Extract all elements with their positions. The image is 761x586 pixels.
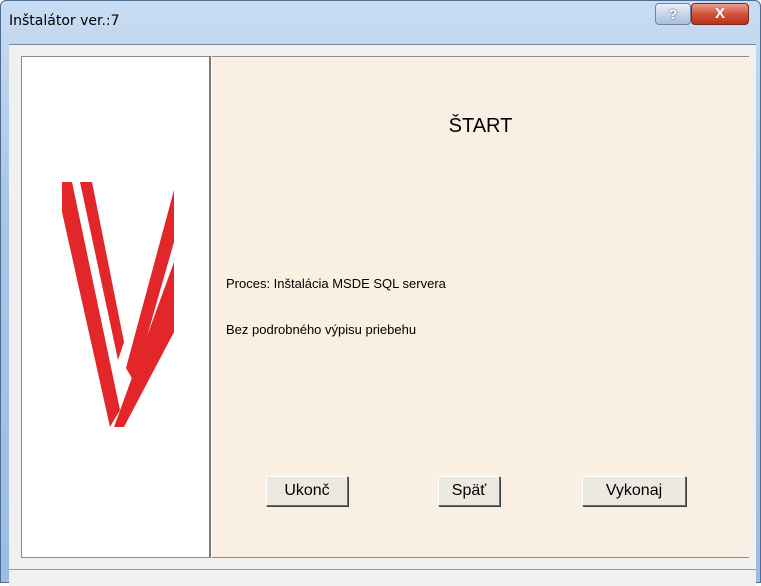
installer-window: Inštalátor ver.:7 ? X ŠTART Proces: Inšt… <box>0 0 761 586</box>
brand-logo-icon <box>62 182 174 427</box>
page-title: ŠTART <box>448 115 513 137</box>
dialog-client-area: ŠTART Proces: Inštalácia MSDE SQL server… <box>9 44 756 586</box>
close-button[interactable]: X <box>691 3 749 25</box>
back-button[interactable]: Späť <box>438 476 500 506</box>
quit-button[interactable]: Ukonč <box>266 476 348 506</box>
verbosity-label: Bez podrobného výpisu priebehu <box>226 322 417 337</box>
help-button[interactable]: ? <box>655 3 691 25</box>
content-panel: ŠTART Proces: Inštalácia MSDE SQL server… <box>212 56 749 558</box>
logo-panel <box>21 56 210 558</box>
title-bar[interactable]: Inštalátor ver.:7 ? X <box>1 1 760 41</box>
execute-button[interactable]: Vykonaj <box>582 476 686 506</box>
process-label: Proces: Inštalácia MSDE SQL servera <box>226 276 446 291</box>
status-strip <box>9 569 756 586</box>
window-title: Inštalátor ver.:7 <box>9 13 120 29</box>
